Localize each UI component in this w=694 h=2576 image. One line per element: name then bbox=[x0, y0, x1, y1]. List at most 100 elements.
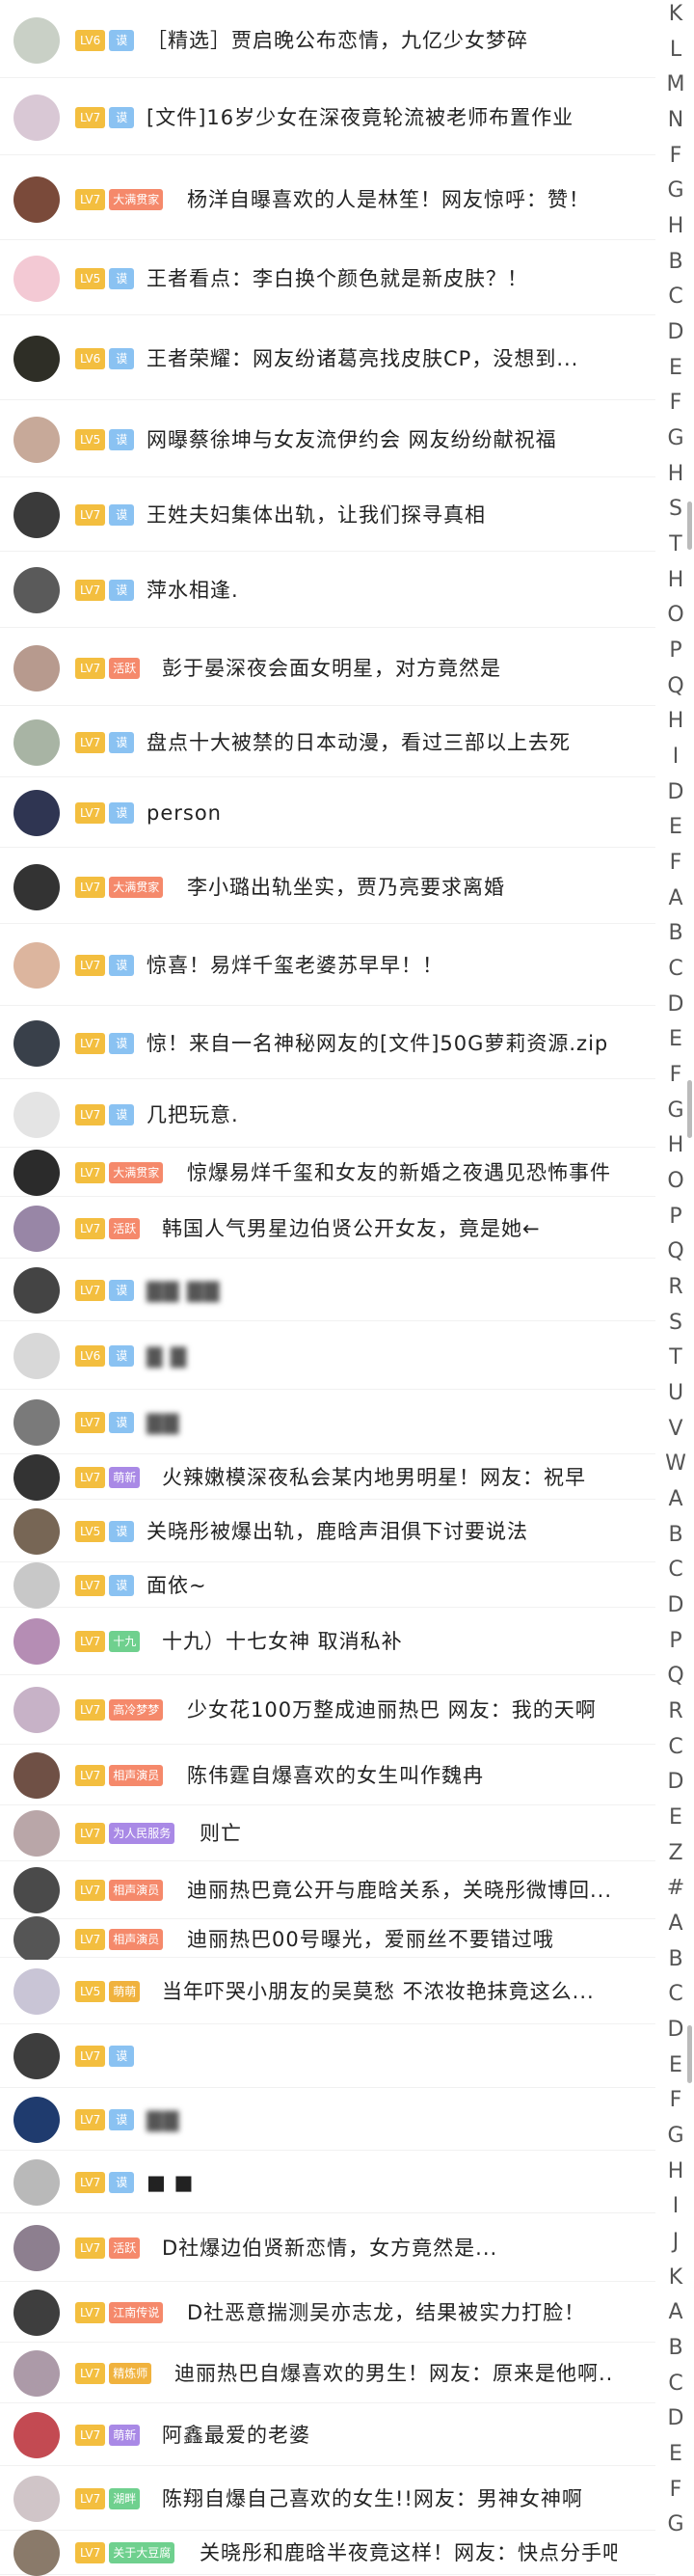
index-letter[interactable]: Z bbox=[665, 1841, 686, 1865]
index-letter[interactable]: C bbox=[665, 957, 686, 981]
avatar[interactable] bbox=[13, 2159, 60, 2206]
chat-list-item[interactable]: LV7 谟几把玩意. bbox=[0, 1083, 655, 1147]
chat-list-item[interactable]: LV7 谟 bbox=[0, 2025, 655, 2087]
avatar[interactable] bbox=[13, 2350, 60, 2397]
index-letter[interactable]: G bbox=[665, 2124, 686, 2148]
index-letter[interactable]: D bbox=[665, 2018, 686, 2042]
avatar[interactable] bbox=[13, 417, 60, 463]
chat-list-item[interactable]: LV6 谟王者荣耀：网友纷诸葛亮找皮肤CP，没想到... bbox=[0, 318, 655, 399]
avatar[interactable] bbox=[13, 790, 60, 836]
chat-list-item[interactable]: LV5 谟关晓彤被爆出轨，鹿晗声泪俱下讨要说法 bbox=[0, 1502, 655, 1561]
chat-list-item[interactable]: LV7 大满贯家 惊爆易烊千玺和女友的新婚之夜遇见恐怖事件 bbox=[0, 1150, 655, 1196]
avatar[interactable] bbox=[13, 864, 60, 910]
chat-list-item[interactable]: LV7 为人民服务 则亡 bbox=[0, 1806, 655, 1860]
index-letter[interactable]: D bbox=[665, 1770, 686, 1794]
index-letter[interactable]: G bbox=[665, 1098, 686, 1123]
avatar[interactable] bbox=[13, 1968, 60, 2015]
avatar[interactable] bbox=[13, 1267, 60, 1314]
chat-list-item[interactable]: LV7 相声演员 陈伟霆自爆喜欢的女生叫作魏冉 bbox=[0, 1747, 655, 1804]
avatar[interactable] bbox=[13, 1687, 60, 1733]
index-letter[interactable]: A bbox=[665, 2300, 686, 2324]
scrollbar-thumb[interactable] bbox=[687, 2025, 692, 2083]
chat-list-item[interactable]: LV7 湖畔 陈翔自爆自己喜欢的女生!!网友：男神女神啊 bbox=[0, 2468, 655, 2530]
avatar[interactable] bbox=[13, 2225, 60, 2271]
chat-list-item[interactable]: LV7 精炼师 迪丽热巴自爆喜欢的男生！网友：原来是他啊.. bbox=[0, 2345, 655, 2402]
avatar[interactable] bbox=[13, 1333, 60, 1379]
chat-list-item[interactable]: LV7 谟王姓夫妇集体出轨，让我们探寻真相 bbox=[0, 479, 655, 551]
avatar[interactable] bbox=[13, 95, 60, 141]
index-letter[interactable]: B bbox=[665, 1523, 686, 1547]
scrollbar-thumb[interactable] bbox=[687, 502, 692, 550]
avatar[interactable] bbox=[13, 1752, 60, 1799]
index-letter[interactable]: B bbox=[665, 250, 686, 274]
avatar[interactable] bbox=[13, 256, 60, 302]
index-letter[interactable]: A bbox=[665, 886, 686, 910]
index-letter[interactable]: Q bbox=[665, 674, 686, 698]
index-letter[interactable]: K bbox=[665, 2265, 686, 2290]
index-letter[interactable]: Q bbox=[665, 1664, 686, 1688]
index-letter[interactable]: E bbox=[665, 356, 686, 380]
chat-list-item[interactable]: LV7 谟 [文件]16岁少女在深夜竟轮流被老师布置作业 bbox=[0, 81, 655, 154]
chat-list-item[interactable]: LV7 谟 ▇▇ ▇▇ bbox=[0, 1261, 655, 1320]
chat-list-item[interactable]: LV7 谟惊！来自一名神秘网友的[文件]50G萝莉资源.zip bbox=[0, 1009, 655, 1078]
index-letter[interactable]: G bbox=[665, 178, 686, 203]
index-letter[interactable]: P bbox=[665, 638, 686, 663]
chat-list-item[interactable]: LV7 大满贯家 李小璐出轨坐实，贾乃亮要求离婚 bbox=[0, 852, 655, 923]
avatar[interactable] bbox=[13, 2476, 60, 2522]
index-letter[interactable]: M bbox=[665, 72, 686, 96]
chat-list-item[interactable]: LV7 谟 ▇▇ bbox=[0, 2090, 655, 2150]
avatar[interactable] bbox=[13, 2097, 60, 2143]
avatar[interactable] bbox=[13, 567, 60, 613]
avatar[interactable] bbox=[13, 2412, 60, 2458]
chat-list-item[interactable]: LV7 相声演员 迪丽热巴竟公开与鹿晗关系，关晓彤微博回... bbox=[0, 1862, 655, 1918]
index-letter[interactable]: F bbox=[665, 2088, 686, 2112]
chat-list-item[interactable]: LV7 活跃 韩国人气男星边伯贤公开女友，竟是她← bbox=[0, 1200, 655, 1258]
avatar[interactable] bbox=[13, 1399, 60, 1446]
chat-list-item[interactable]: LV7 高冷梦梦 少女花100万整成迪丽热巴 网友：我的天啊 bbox=[0, 1676, 655, 1744]
chat-list-item[interactable]: LV7 谟萍水相逢. bbox=[0, 554, 655, 627]
index-letter[interactable]: D bbox=[665, 992, 686, 1017]
index-letter[interactable]: O bbox=[665, 603, 686, 627]
avatar[interactable] bbox=[13, 1867, 60, 1913]
avatar[interactable] bbox=[13, 1810, 60, 1857]
index-letter[interactable]: C bbox=[665, 285, 686, 309]
avatar[interactable] bbox=[13, 17, 60, 64]
index-letter[interactable]: F bbox=[665, 144, 686, 168]
index-letter[interactable]: C bbox=[665, 2372, 686, 2396]
index-letter[interactable]: E bbox=[665, 1805, 686, 1830]
scrollbar-thumb[interactable] bbox=[687, 1080, 692, 1138]
chat-list-item[interactable]: LV7 大满贯家 杨洋自曝喜欢的人是林笙！网友惊呼：赞！ bbox=[0, 160, 655, 239]
index-letter[interactable]: C bbox=[665, 1735, 686, 1759]
chat-list-item[interactable]: LV5 谟王者看点：李白换个颜色就是新皮肤？！ bbox=[0, 243, 655, 314]
index-letter[interactable]: D bbox=[665, 780, 686, 804]
index-letter[interactable]: U bbox=[665, 1381, 686, 1405]
avatar[interactable] bbox=[13, 2033, 60, 2079]
chat-list-item[interactable]: LV6 谟 ▇ ▇ bbox=[0, 1323, 655, 1389]
avatar[interactable] bbox=[13, 1916, 60, 1963]
index-letter[interactable]: D bbox=[665, 1593, 686, 1617]
index-letter[interactable]: T bbox=[665, 532, 686, 556]
index-letter[interactable]: E bbox=[665, 2442, 686, 2466]
chat-list-item[interactable]: LV7 活跃 彭于晏深夜会面女明星，对方竟然是 bbox=[0, 632, 655, 705]
index-letter[interactable]: F bbox=[665, 851, 686, 875]
index-letter[interactable]: W bbox=[665, 1451, 686, 1476]
avatar[interactable] bbox=[13, 1454, 60, 1501]
avatar[interactable] bbox=[13, 1618, 60, 1665]
index-letter[interactable]: R bbox=[665, 1699, 686, 1723]
avatar[interactable] bbox=[13, 1150, 60, 1196]
avatar[interactable] bbox=[13, 336, 60, 382]
index-letter[interactable]: J bbox=[665, 2230, 686, 2254]
index-letter[interactable]: B bbox=[665, 921, 686, 945]
index-letter[interactable]: R bbox=[665, 1275, 686, 1299]
chat-list-item[interactable]: LV7 谟惊喜！易烊千玺老婆苏早早！！ bbox=[0, 926, 655, 1005]
index-letter[interactable]: S bbox=[665, 497, 686, 521]
chat-list-item[interactable]: LV7 关于大豆腐 关晓彤和鹿晗半夜竟这样！网友：快点分手吧 bbox=[0, 2530, 655, 2576]
index-letter[interactable]: C bbox=[665, 1558, 686, 1582]
index-letter[interactable]: # bbox=[665, 1876, 686, 1900]
chat-list-item[interactable]: LV5 萌萌 当年吓哭小朋友的吴莫愁 不浓妆艳抹竟这么... bbox=[0, 1960, 655, 2023]
index-letter[interactable]: I bbox=[665, 2194, 686, 2218]
index-letter[interactable]: Q bbox=[665, 1239, 686, 1263]
index-letter[interactable]: V bbox=[665, 1417, 686, 1441]
chat-list-item[interactable]: LV7 谟 ▇▇ bbox=[0, 1392, 655, 1453]
index-letter[interactable]: A bbox=[665, 1912, 686, 1936]
